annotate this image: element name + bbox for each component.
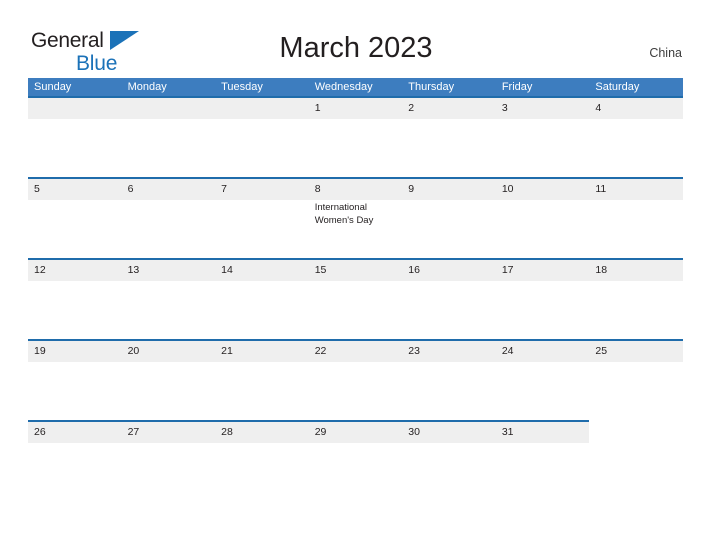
- weekday-header-row: Sunday Monday Tuesday Wednesday Thursday Frid…: [28, 78, 683, 96]
- day-cell[interactable]: 30: [402, 422, 496, 501]
- day-number: 6: [127, 183, 134, 195]
- day-cell[interactable]: 6: [122, 179, 216, 258]
- day-cell[interactable]: 4: [589, 98, 683, 177]
- week-day-cells: 19 20 21 22 23 24 25: [28, 341, 683, 420]
- day-number: 29: [314, 426, 327, 438]
- day-number: 7: [221, 183, 227, 195]
- calendar-week-row: 5 6 7 8 International Women's Day 9 10 11: [28, 177, 683, 258]
- day-number: 21: [221, 345, 233, 357]
- day-cell[interactable]: 26: [28, 422, 122, 501]
- day-number: 27: [127, 426, 140, 438]
- day-number: 18: [595, 264, 608, 276]
- day-number: 24: [501, 345, 514, 357]
- day-cell[interactable]: 13: [122, 260, 216, 339]
- weekday-header-saturday: Saturday: [595, 81, 640, 93]
- day-number: 23: [408, 345, 420, 357]
- day-cell[interactable]: 2: [402, 98, 496, 177]
- week-day-cells: 5 6 7 8 International Women's Day 9 10 11: [28, 179, 683, 258]
- day-cell[interactable]: 3: [496, 98, 590, 177]
- day-event-label: International Women's Day: [314, 202, 374, 226]
- day-cell[interactable]: 20: [122, 341, 216, 420]
- day-cell[interactable]: 11: [589, 179, 683, 258]
- week-day-cells: 1 2 3 4: [28, 98, 683, 177]
- day-number: [221, 98, 309, 119]
- day-cell[interactable]: 27: [122, 422, 216, 501]
- day-number: 17: [501, 264, 514, 276]
- page-title: March 2023: [279, 32, 433, 64]
- calendar-grid: Sunday Monday Tuesday Wednesday Thursday Frid…: [28, 78, 683, 497]
- weekday-header-sunday: Sunday: [34, 81, 72, 93]
- day-number: 9: [408, 183, 415, 195]
- day-number: 16: [408, 264, 420, 276]
- region-label: China: [649, 46, 682, 60]
- day-cell[interactable]: 7: [215, 179, 309, 258]
- day-number: [128, 98, 216, 119]
- day-cell[interactable]: 5: [28, 179, 122, 258]
- day-number: 5: [34, 183, 40, 195]
- day-number: 22: [314, 345, 327, 357]
- calendar-week-row: 26 27 28 29 30 31: [28, 420, 683, 497]
- day-cell[interactable]: 15: [309, 260, 403, 339]
- day-cell[interactable]: 18: [589, 260, 683, 339]
- day-cell[interactable]: 31: [496, 422, 590, 501]
- day-cell[interactable]: 17: [496, 260, 590, 339]
- day-number: 20: [127, 345, 140, 357]
- day-cell[interactable]: 16: [402, 260, 496, 339]
- day-cell-empty: [28, 98, 122, 177]
- day-number: 10: [501, 183, 514, 195]
- day-number: 19: [34, 345, 46, 357]
- day-cell[interactable]: 21: [215, 341, 309, 420]
- day-cell[interactable]: 8 International Women's Day: [309, 179, 403, 258]
- day-number: [595, 422, 683, 443]
- day-number: 13: [127, 264, 140, 276]
- day-number: 28: [221, 426, 233, 438]
- day-number: 4: [595, 102, 602, 114]
- day-number: 3: [501, 102, 508, 114]
- day-number: [34, 98, 122, 119]
- day-number: 11: [595, 183, 607, 195]
- day-cell[interactable]: 1: [309, 98, 403, 177]
- day-cell-empty: [589, 422, 683, 501]
- day-cell[interactable]: 29: [309, 422, 403, 501]
- day-cell[interactable]: 24: [496, 341, 590, 420]
- day-cell[interactable]: 25: [589, 341, 683, 420]
- day-number: 8: [314, 183, 321, 195]
- day-number: 31: [501, 426, 514, 438]
- day-number: 26: [34, 426, 46, 438]
- day-number: 14: [221, 264, 233, 276]
- day-cell[interactable]: 22: [309, 341, 403, 420]
- weekday-header-tuesday: Tuesday: [221, 81, 263, 93]
- day-cell[interactable]: 19: [28, 341, 122, 420]
- weekday-header-wednesday: Wednesday: [314, 81, 373, 93]
- weekday-header-friday: Friday: [501, 81, 533, 93]
- day-cell-empty: [122, 98, 216, 177]
- calendar-week-row: 12 13 14 15 16 17 18: [28, 258, 683, 339]
- page-header: General Blue March 2023 China: [0, 0, 712, 76]
- weekday-header-thursday: Thursday: [408, 81, 455, 93]
- day-cell[interactable]: 12: [28, 260, 122, 339]
- weekday-header-monday: Monday: [127, 81, 167, 93]
- day-cell[interactable]: 28: [215, 422, 309, 501]
- calendar-page: General Blue March 2023 China Sunday Mond…: [0, 0, 712, 550]
- day-number: 25: [595, 345, 608, 357]
- week-day-cells: 26 27 28 29 30 31: [28, 422, 683, 501]
- day-number: 1: [314, 102, 321, 114]
- day-cell-empty: [215, 98, 309, 177]
- day-number: 12: [34, 264, 46, 276]
- day-cell[interactable]: 14: [215, 260, 309, 339]
- day-cell[interactable]: 9: [402, 179, 496, 258]
- calendar-weeks: 1 2 3 4 5 6 7 8 International Women's Day 9 10 11 12…: [28, 96, 683, 497]
- day-number: 30: [408, 426, 420, 438]
- day-cell[interactable]: 10: [496, 179, 590, 258]
- day-cell[interactable]: 23: [402, 341, 496, 420]
- day-number: 2: [408, 102, 415, 114]
- calendar-week-row: 19 20 21 22 23 24 25: [28, 339, 683, 420]
- calendar-week-row: 1 2 3 4: [28, 96, 683, 177]
- day-number: 15: [314, 264, 327, 276]
- week-day-cells: 12 13 14 15 16 17 18: [28, 260, 683, 339]
